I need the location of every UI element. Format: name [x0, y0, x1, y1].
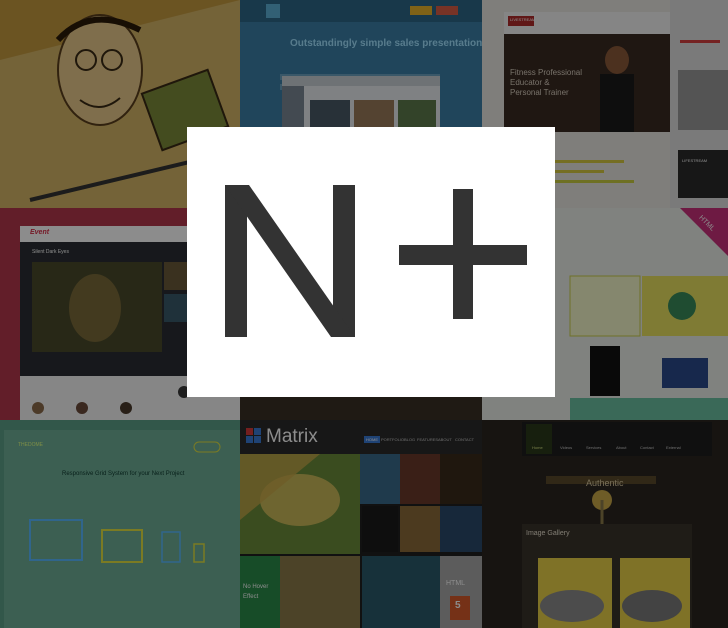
- fitness-line-2: Educator &: [510, 78, 550, 87]
- strip-label: LIFESTREAM: [682, 158, 708, 163]
- grid-mockup: [4, 430, 240, 628]
- authentic-nav-videos[interactable]: Videos: [560, 445, 572, 450]
- n-plus-logo-icon: [225, 185, 527, 337]
- tile-strip: LIFESTREAM: [670, 0, 728, 208]
- matrix-nav-contact[interactable]: CONTACT: [455, 437, 474, 442]
- authentic-gallery-title: Image Gallery: [526, 530, 570, 537]
- authentic-nav-services[interactable]: Services: [586, 445, 601, 450]
- authentic-nav-contact[interactable]: Contact: [640, 445, 654, 450]
- video-title: Silent Dark Eyes: [32, 249, 69, 255]
- matrix-mockup: [240, 420, 482, 628]
- matrix-nav-about[interactable]: ABOUT: [438, 437, 452, 442]
- matrix-html-badge-num: 5: [455, 600, 461, 611]
- matrix-nav-portfolio[interactable]: PORTFOLIO: [381, 437, 404, 442]
- grid-headline: Responsive Grid System for your Next Pro…: [62, 471, 185, 477]
- authentic-mockup: [522, 422, 712, 628]
- strip-mockup: [678, 40, 728, 198]
- matrix-nav-blog[interactable]: BLOG: [404, 437, 415, 442]
- tile-strip-middle: [240, 396, 482, 420]
- matrix-title: Matrix: [266, 426, 318, 447]
- tile-grid: THEDOME Responsive Grid System for your …: [0, 420, 240, 628]
- authentic-nav-home[interactable]: Home: [532, 445, 543, 450]
- matrix-html-badge: HTML: [446, 580, 466, 587]
- tile-authentic: Home Videos Services About Contact Exter…: [482, 420, 728, 628]
- fitness-line-3: Personal Trainer: [510, 88, 569, 97]
- fitness-logo: LIVESTREAM: [510, 17, 536, 22]
- matrix-nav-features[interactable]: FEATURES: [417, 437, 438, 442]
- collage-stage: Outstandingly simple sales presentations…: [0, 0, 728, 628]
- matrix-nav-home[interactable]: HOME: [364, 436, 380, 443]
- matrix-hover-label: No Hover Effect: [243, 584, 269, 600]
- logo-card: N+: [187, 127, 555, 397]
- authentic-hero: Authentic: [586, 478, 624, 488]
- tile-matrix: Matrix HOME PORTFOLIO BLOG FEATURES ABOU…: [240, 420, 482, 628]
- fitness-line-1: Fitness Professional: [510, 68, 583, 77]
- sales-headline: Outstandingly simple sales presentations: [290, 38, 482, 49]
- authentic-nav-external[interactable]: External: [666, 445, 681, 450]
- video-brand: Event: [30, 229, 50, 236]
- authentic-nav-about[interactable]: About: [616, 445, 626, 450]
- grid-brand: THEDOME: [18, 442, 43, 448]
